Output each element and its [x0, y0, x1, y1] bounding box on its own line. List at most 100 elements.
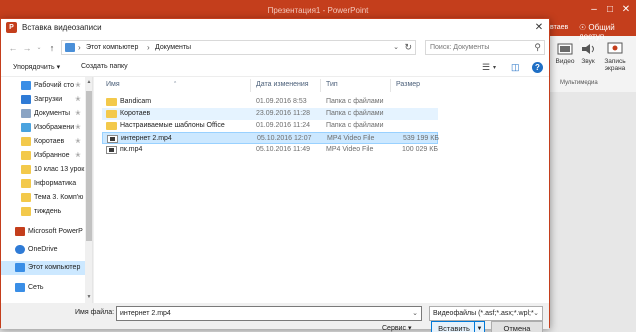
- search-icon: ⚲: [534, 42, 541, 52]
- audio-button-label: Звук: [581, 58, 595, 65]
- service-button[interactable]: Сервис ▾: [382, 324, 411, 332]
- file-size: 100 029 КБ: [402, 146, 438, 153]
- user-name[interactable]: втаев: [550, 24, 568, 31]
- column-divider[interactable]: [320, 79, 321, 92]
- preview-pane-icon[interactable]: ◫: [511, 62, 520, 73]
- organize-button[interactable]: Упорядочить ▾: [13, 63, 60, 71]
- close-icon[interactable]: ✕: [619, 3, 633, 17]
- column-divider[interactable]: [250, 79, 251, 92]
- file-row-selected[interactable]: интернет 2.mp4 05.10.2016 12:07 MP4 Vide…: [102, 132, 439, 144]
- search-box[interactable]: Поиск: Документы ⚲: [425, 40, 545, 55]
- help-icon[interactable]: ?: [532, 62, 543, 73]
- filename-field[interactable]: интернет 2.mp4 ⌄: [116, 306, 422, 321]
- pin-icon: ✭: [75, 124, 81, 131]
- chevron-down-icon[interactable]: ⌄: [533, 309, 539, 317]
- filetype-select[interactable]: Видеофайлы (*.asf;*.asx;*.wpl;* ⌄: [429, 306, 543, 321]
- file-date: 01.09.2016 11:24: [256, 122, 310, 129]
- folder-icon: [106, 122, 117, 130]
- screen-record-icon: [600, 42, 630, 56]
- sidebar-item-10-class[interactable]: 10 клас 13 урок: [1, 163, 87, 177]
- sidebar-item-powerpoint[interactable]: Microsoft PowerP: [1, 225, 87, 239]
- file-row[interactable]: пк.mp4 05.10.2016 11:49 MP4 Video File 1…: [102, 144, 438, 156]
- recent-chevron-icon[interactable]: ⌄: [33, 42, 45, 54]
- file-date: 23.09.2016 11:28: [256, 110, 310, 117]
- audio-button[interactable]: Звук: [576, 42, 600, 65]
- sidebar-item-onedrive[interactable]: OneDrive: [1, 243, 87, 257]
- insert-button[interactable]: Вставить ▼: [431, 321, 485, 332]
- back-arrow-icon[interactable]: ←: [7, 42, 19, 54]
- search-input[interactable]: Поиск: Документы: [430, 44, 489, 51]
- forward-arrow-icon[interactable]: →: [21, 42, 33, 54]
- sidebar-item-label: Сеть: [28, 284, 44, 291]
- folder-icon: [21, 179, 31, 188]
- chevron-down-icon: ▾: [407, 325, 412, 332]
- sidebar-item-label: Избранное: [34, 152, 70, 159]
- file-date: 01.09.2016 8:53: [256, 98, 307, 105]
- folder-icon: [21, 151, 31, 160]
- documents-icon: [21, 109, 31, 118]
- screen-record-button[interactable]: Запись экрана: [600, 42, 630, 72]
- file-type: MP4 Video File: [326, 146, 374, 153]
- dialog-close-icon[interactable]: ✕: [531, 20, 547, 35]
- minimize-icon[interactable]: –: [587, 3, 601, 17]
- sidebar-item-korotaev[interactable]: Коротаев ✭: [1, 135, 87, 149]
- video-button[interactable]: Видео: [553, 42, 577, 65]
- chevron-down-icon[interactable]: ⌄: [412, 309, 418, 317]
- column-header-name[interactable]: Имя: [106, 77, 120, 94]
- breadcrumb-separator-icon[interactable]: ›: [78, 43, 81, 52]
- sidebar-item-informatics[interactable]: Інформатика: [1, 177, 87, 191]
- sidebar-scrollbar[interactable]: ▲ ▼: [85, 77, 92, 303]
- up-arrow-icon[interactable]: ↑: [46, 42, 58, 54]
- insert-dropdown-icon[interactable]: ▼: [474, 322, 484, 332]
- sidebar-item-favorites[interactable]: Избранное ✭: [1, 149, 87, 163]
- pin-icon: ✭: [75, 82, 81, 89]
- breadcrumb-computer[interactable]: Этот компьютер: [86, 44, 138, 51]
- sidebar-item-pictures[interactable]: Изображени ✭: [1, 121, 87, 135]
- file-row[interactable]: Коротаев 23.09.2016 11:28 Папка с файлам…: [102, 108, 438, 120]
- sidebar-item-week[interactable]: тиждень: [1, 205, 87, 219]
- network-icon: [15, 283, 25, 292]
- breadcrumb-documents[interactable]: Документы: [155, 44, 191, 51]
- maximize-icon[interactable]: □: [603, 3, 617, 17]
- address-dropdown-icon[interactable]: ⌄: [393, 43, 399, 51]
- sidebar-item-label: Microsoft PowerP: [28, 228, 83, 235]
- new-folder-button[interactable]: Создать папку: [81, 63, 128, 70]
- column-header-date[interactable]: Дата изменения: [256, 77, 309, 94]
- service-label: Сервис: [382, 325, 406, 332]
- sidebar-item-label: Тема 3. Комп'ю: [34, 194, 84, 201]
- dialog-title: Вставка видеозаписи: [22, 23, 102, 32]
- scrollbar-thumb[interactable]: [86, 91, 92, 241]
- file-row[interactable]: Bandicam 01.09.2016 8:53 Папка с файлами: [102, 96, 438, 108]
- column-header-type[interactable]: Тип: [326, 77, 338, 94]
- column-header-size[interactable]: Размер: [396, 77, 420, 94]
- scroll-down-icon[interactable]: ▼: [85, 294, 92, 300]
- address-bar[interactable]: › Этот компьютер › Документы ⌄ ↻: [61, 40, 416, 55]
- insert-label: Вставить: [438, 324, 470, 332]
- file-type: Папка с файлами: [326, 122, 384, 129]
- sidebar-item-network[interactable]: Сеть: [1, 281, 87, 295]
- breadcrumb-separator-icon[interactable]: ›: [147, 43, 150, 52]
- share-button[interactable]: ☉ Общий доступ: [579, 23, 636, 41]
- filename-value[interactable]: интернет 2.mp4: [120, 310, 171, 317]
- view-options-icon[interactable]: ☰: [482, 62, 490, 73]
- column-divider[interactable]: [390, 79, 391, 92]
- desktop-icon: [21, 81, 31, 90]
- sidebar-item-desktop[interactable]: Рабочий сто ✭: [1, 79, 87, 93]
- sidebar-item-documents[interactable]: Документы ✭: [1, 107, 87, 121]
- powerpoint-icon: P: [6, 22, 17, 33]
- view-dropdown-icon[interactable]: ▾: [493, 64, 496, 71]
- cancel-button[interactable]: Отмена: [491, 321, 543, 332]
- sidebar-item-label: Коротаев: [34, 138, 65, 145]
- file-name: Коротаев: [120, 110, 151, 117]
- sidebar-item-topic-3[interactable]: Тема 3. Комп'ю: [1, 191, 87, 205]
- scroll-up-icon[interactable]: ▲: [85, 79, 92, 85]
- insert-video-dialog: P Вставка видеозаписи ✕ ← → ⌄ ↑ › Этот к…: [0, 18, 550, 332]
- sidebar-item-this-pc[interactable]: Этот компьютер: [1, 261, 87, 275]
- sidebar-item-downloads[interactable]: Загрузки ✭: [1, 93, 87, 107]
- sidebar-item-label: Інформатика: [34, 180, 77, 187]
- chevron-down-icon: ▾: [56, 64, 61, 71]
- file-row[interactable]: Настраиваемые шаблоны Office 01.09.2016 …: [102, 120, 438, 132]
- file-name: интернет 2.mp4: [121, 135, 172, 142]
- refresh-icon[interactable]: ↻: [404, 42, 412, 53]
- share-icon: ☉: [579, 23, 589, 32]
